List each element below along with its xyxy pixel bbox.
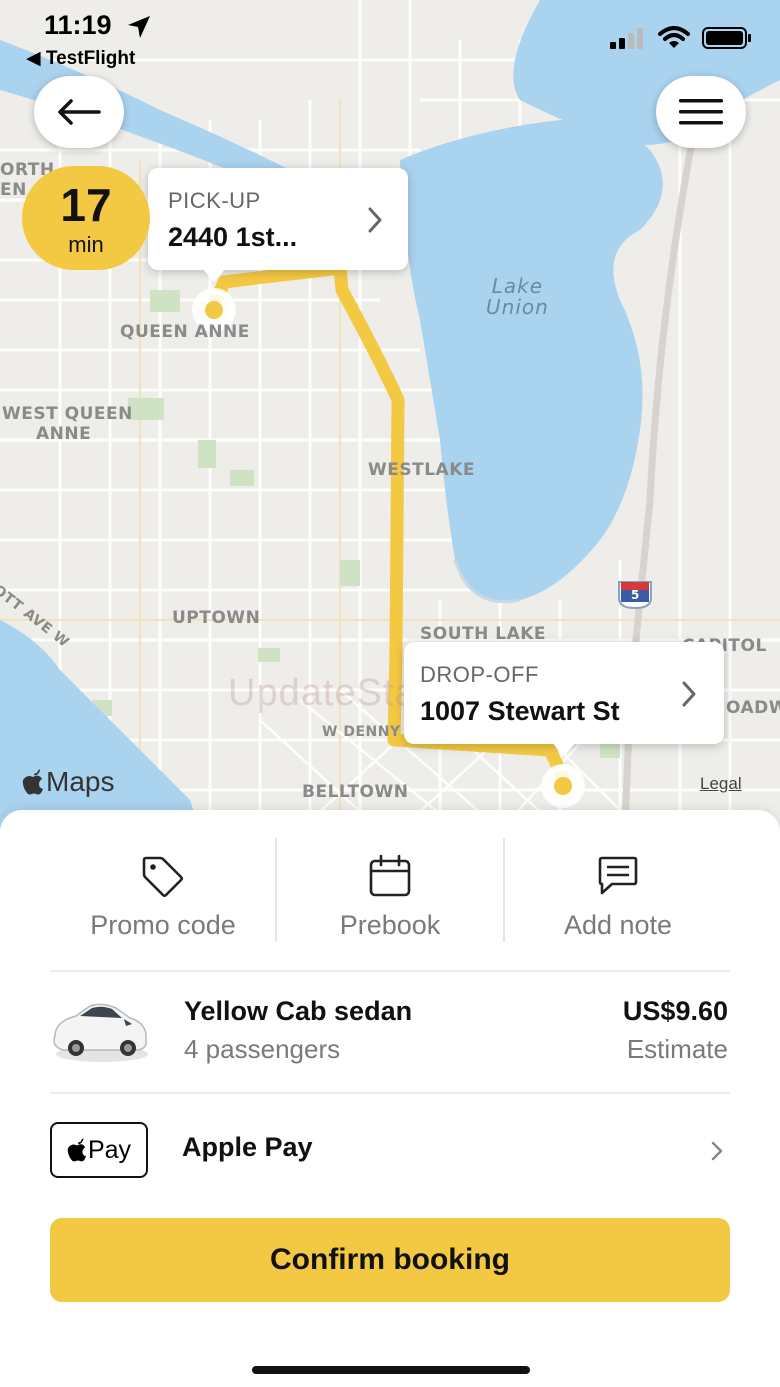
eta-badge: 17 min — [22, 166, 150, 270]
tag-icon — [142, 856, 184, 898]
map-label-w-denny: W DENNY — [322, 724, 401, 740]
promo-code-button[interactable]: Promo code — [50, 838, 276, 944]
back-to-app-link[interactable]: ◀ TestFlight — [26, 47, 135, 70]
divider — [50, 970, 730, 972]
calendar-icon — [369, 854, 411, 897]
callout-tail — [552, 742, 576, 756]
pickup-location-callout[interactable]: PICK-UP 2440 1st... — [148, 168, 408, 282]
back-button[interactable] — [34, 76, 124, 148]
map-label-broadway: OADW — [726, 698, 780, 718]
map-label-belltown: BELLTOWN — [302, 782, 409, 802]
promo-code-label: Promo code — [90, 910, 236, 940]
cellular-signal-icon — [610, 28, 643, 49]
confirm-booking-button[interactable]: Confirm booking — [50, 1218, 730, 1302]
status-indicators — [610, 26, 752, 50]
highway-shield-number: 5 — [631, 588, 640, 602]
callout-tail — [202, 268, 226, 282]
map-label-west-queen-anne: ANNE — [36, 424, 92, 444]
status-time: 11:19 — [44, 10, 112, 40]
battery-icon — [702, 27, 751, 49]
menu-button[interactable] — [656, 76, 746, 148]
back-triangle-icon: ◀ — [26, 48, 41, 69]
ride-passengers: 4 passengers — [184, 1034, 341, 1064]
home-indicator — [252, 1366, 530, 1374]
ride-price-note: Estimate — [626, 1034, 728, 1064]
chevron-right-icon — [368, 207, 382, 233]
hamburger-menu-icon — [679, 99, 723, 125]
map-label-uptown: UPTOWN — [172, 608, 261, 628]
location-arrow-icon — [128, 16, 150, 38]
pickup-address: 2440 1st... — [168, 222, 298, 252]
divider — [50, 1092, 730, 1094]
chevron-right-icon — [682, 681, 696, 707]
chevron-right-icon — [711, 1141, 723, 1161]
map-label-south-lake: SOUTH LAKE — [420, 624, 547, 644]
apple-maps-logo: Maps — [22, 766, 114, 798]
wifi-icon — [658, 26, 690, 48]
map-label-westlake: WESTLAKE — [368, 460, 475, 480]
message-icon — [598, 856, 638, 895]
maps-brand-text: Maps — [46, 766, 115, 797]
dropoff-location-callout[interactable]: DROP-OFF 1007 Stewart St — [404, 642, 724, 756]
arrow-left-icon — [58, 99, 101, 125]
eta-unit: min — [68, 232, 104, 257]
prebook-button[interactable]: Prebook — [277, 838, 503, 944]
prebook-label: Prebook — [339, 910, 441, 940]
payment-method-label: Apple Pay — [182, 1132, 313, 1162]
back-app-name: TestFlight — [45, 48, 136, 69]
sedan-car-image — [53, 1003, 148, 1062]
pickup-caption: PICK-UP — [168, 188, 261, 213]
map-label-lake-union: Lake Union — [486, 276, 549, 318]
apple-pay-badge: Pay — [50, 1122, 148, 1178]
add-note-label: Add note — [563, 910, 673, 940]
booking-sheet: Promo code Prebook Add note Yellow Cab s… — [0, 810, 780, 1387]
map-label-west-queen-anne: WEST QUEEN — [2, 404, 133, 424]
apple-logo-icon — [22, 769, 43, 795]
dropoff-caption: DROP-OFF — [420, 662, 539, 687]
eta-value: 17 — [60, 179, 112, 231]
lake-label-line2: Union — [486, 295, 549, 319]
legal-link[interactable]: Legal — [700, 774, 742, 794]
ride-name: Yellow Cab sedan — [184, 996, 413, 1026]
dropoff-address: 1007 Stewart St — [420, 696, 620, 726]
apple-logo-icon — [67, 1138, 87, 1162]
map-label-queen-anne: QUEEN ANNE — [120, 322, 250, 342]
ride-price: US$9.60 — [622, 996, 728, 1026]
add-note-button[interactable]: Add note — [505, 838, 731, 944]
lake-label-line1: Lake — [491, 274, 544, 298]
apple-pay-badge-text: Pay — [87, 1135, 132, 1164]
